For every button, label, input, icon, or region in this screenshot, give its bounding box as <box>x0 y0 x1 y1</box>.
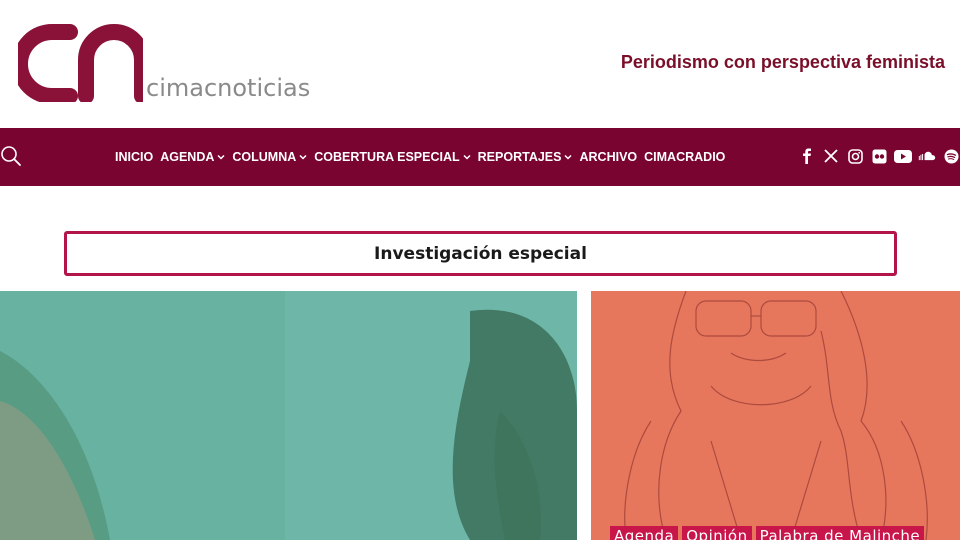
tag-agenda[interactable]: Agenda <box>610 526 679 540</box>
site-header: cimacnoticias Periodismo con perspectiva… <box>0 0 960 128</box>
site-tagline: Periodismo con perspectiva feminista <box>620 52 945 72</box>
facebook-icon[interactable] <box>798 147 816 165</box>
illustration-portrait <box>591 291 960 540</box>
tag-opinion[interactable]: Opinión <box>682 526 752 540</box>
chevron-down-icon <box>217 154 225 160</box>
youtube-icon[interactable] <box>894 147 912 165</box>
search-icon[interactable] <box>0 145 24 169</box>
site-logo[interactable]: cimacnoticias <box>18 24 318 104</box>
nav-item-label: COBERTURA ESPECIAL <box>314 150 460 164</box>
nav-item-reportajes[interactable]: REPORTAJES <box>478 150 573 164</box>
logo-mark <box>18 24 143 102</box>
logo-text: cimacnoticias <box>146 74 311 102</box>
nav-item-label: ARCHIVO <box>579 150 638 164</box>
chevron-down-icon <box>299 154 307 160</box>
section-heading-box: Investigación especial <box>64 231 897 276</box>
featured-article-image[interactable] <box>0 291 577 540</box>
nav-menu: INICIO AGENDA COLUMNA COBERTURA ESPECIAL… <box>115 128 732 186</box>
side-article-image[interactable] <box>591 291 960 540</box>
nav-item-label: CIMACRADIO <box>644 150 726 164</box>
main-navbar: INICIO AGENDA COLUMNA COBERTURA ESPECIAL… <box>0 128 960 186</box>
nav-item-label: COLUMNA <box>232 150 297 164</box>
social-links <box>798 147 960 165</box>
nav-item-cobertura-especial[interactable]: COBERTURA ESPECIAL <box>314 150 471 164</box>
tag-palabra-de-malinche[interactable]: Palabra de Malinche <box>755 526 925 540</box>
instagram-icon[interactable] <box>846 147 864 165</box>
nav-item-label: REPORTAJES <box>477 150 562 164</box>
featured-photo <box>0 291 577 540</box>
nav-item-cimacradio[interactable]: CIMACRADIO <box>644 150 725 164</box>
chevron-down-icon <box>463 154 471 160</box>
x-icon[interactable] <box>822 147 840 165</box>
side-article-tags: Agenda Opinión Palabra de Malinche <box>610 526 925 540</box>
soundcloud-icon[interactable] <box>918 147 936 165</box>
nav-item-archivo[interactable]: ARCHIVO <box>579 150 637 164</box>
nav-item-agenda[interactable]: AGENDA <box>160 150 225 164</box>
nav-item-inicio[interactable]: INICIO <box>115 150 153 164</box>
nav-item-label: AGENDA <box>160 150 215 164</box>
nav-item-label: INICIO <box>115 150 154 164</box>
nav-item-columna[interactable]: COLUMNA <box>232 150 307 164</box>
flickr-icon[interactable] <box>870 147 888 165</box>
chevron-down-icon <box>564 154 573 160</box>
spotify-icon[interactable] <box>942 147 960 165</box>
section-title: Investigación especial <box>374 243 587 264</box>
